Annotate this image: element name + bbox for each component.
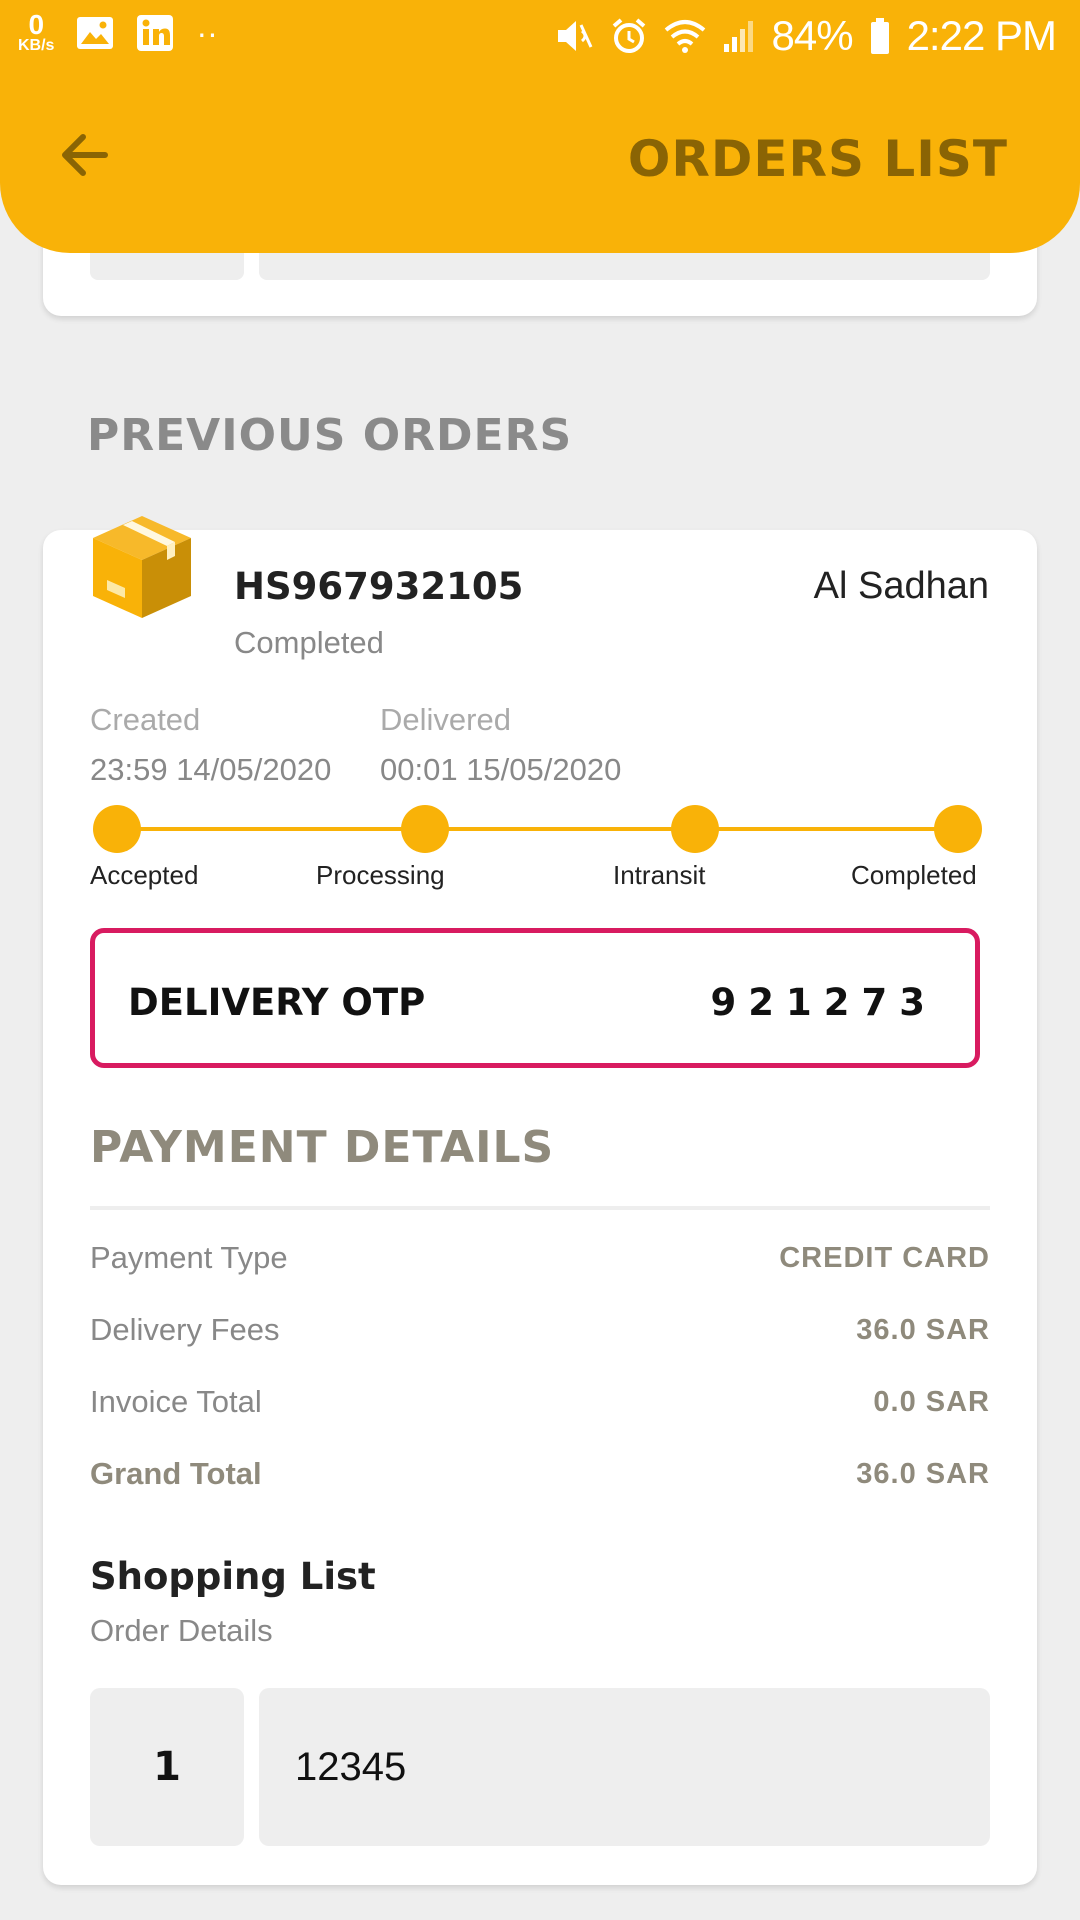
back-arrow-icon[interactable] [55,125,115,185]
shopping-list-title: Shopping List [90,1555,376,1598]
otp-label: DELIVERY OTP [128,981,426,1024]
grand-total-value: 36.0 SAR [856,1458,990,1490]
divider [90,1206,990,1210]
delivered-label: Delivered [380,702,511,737]
battery-icon [870,18,889,54]
invoice-total-value: 0.0 SAR [873,1386,990,1418]
payment-row: Grand Total 36.0 SAR [90,1456,990,1506]
step-label-completed: Completed [851,860,977,890]
payment-type-label: Payment Type [90,1240,288,1275]
payment-row: Delivery Fees 36.0 SAR [90,1312,990,1362]
step-label-accepted: Accepted [90,860,199,890]
step-dot-processing [401,805,449,853]
step-label-processing: Processing [316,860,445,890]
package-box-icon [93,516,191,618]
invoice-total-label: Invoice Total [90,1384,262,1419]
item-name: 12345 [259,1688,990,1846]
order-details-subtitle: Order Details [90,1613,273,1648]
step-dot-intransit [671,805,719,853]
mute-icon [557,21,592,51]
step-dot-completed [934,805,982,853]
created-value: 23:59 14/05/2020 [90,752,332,787]
order-status: Completed [234,625,384,660]
delivery-otp-box: DELIVERY OTP 921273 [90,928,980,1068]
linkedin-icon [137,15,174,51]
signal-icon [723,21,753,52]
page-title: ORDERS LIST [627,130,1008,188]
delivered-value: 00:01 15/05/2020 [380,752,622,787]
payment-details-title: PAYMENT DETAILS [90,1122,555,1173]
network-speed: 0 KB/s [18,9,55,54]
store-name: Al Sadhan [813,565,989,607]
app-bar: 0 KB/s ·· 84% 2:22 PM ORDERS LIST [0,0,1080,253]
order-id: HS967932105 [234,565,524,608]
order-card[interactable]: HS967932105 Completed Al Sadhan Created … [43,516,1037,1885]
battery-percent: 84% [771,12,854,59]
grand-total-label: Grand Total [90,1456,262,1491]
payment-row: Payment Type CREDIT CARD [90,1240,990,1290]
notification-dots: ·· [196,14,218,51]
alarm-icon [612,18,645,53]
wifi-icon [664,20,705,53]
status-bar: 0 KB/s ·· 84% 2:22 PM [0,0,1080,75]
item-qty: 1 [90,1688,244,1846]
clock: 2:22 PM [906,12,1057,59]
step-dot-accepted [93,805,141,853]
created-label: Created [90,702,201,737]
progress-track [118,827,965,831]
step-label-intransit: Intransit [613,860,706,890]
otp-value: 921273 [710,981,937,1024]
gallery-icon [77,17,114,49]
delivery-fees-value: 36.0 SAR [856,1314,990,1346]
payment-row: Invoice Total 0.0 SAR [90,1384,990,1434]
payment-type-value: CREDIT CARD [779,1242,990,1274]
delivery-fees-label: Delivery Fees [90,1312,280,1347]
section-title: PREVIOUS ORDERS [87,410,573,461]
